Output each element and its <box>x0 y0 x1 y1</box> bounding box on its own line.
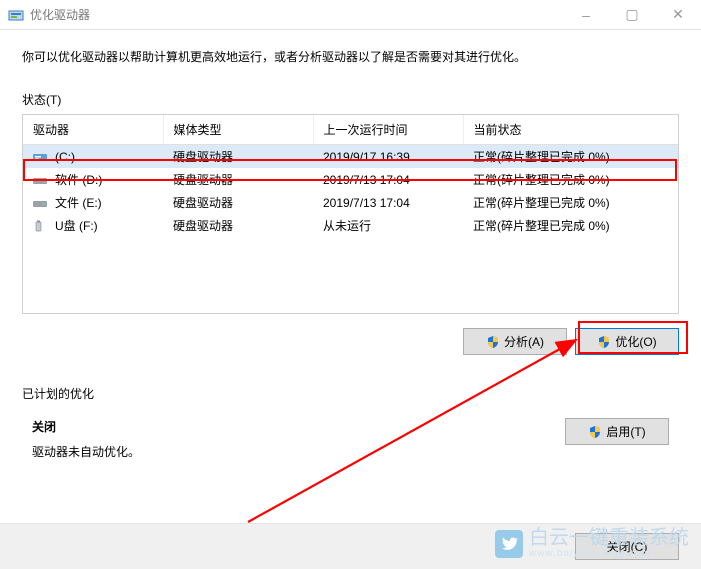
app-icon <box>8 7 24 23</box>
maximize-button[interactable]: ▢ <box>609 0 655 29</box>
drive-name: 文件 (E:) <box>55 194 102 211</box>
drive-status: 正常(碎片整理已完成 0%) <box>463 191 678 214</box>
enable-label: 启用(T) <box>606 423 645 440</box>
close-window-button[interactable]: ✕ <box>655 0 701 29</box>
enable-schedule-button[interactable]: 启用(T) <box>565 418 669 445</box>
bottom-bar: 关闭(C) <box>0 523 701 569</box>
table-row[interactable]: (C:) 硬盘驱动器 2019/9/17 16:39 正常(碎片整理已完成 0%… <box>23 145 678 169</box>
col-drive[interactable]: 驱动器 <box>23 115 163 145</box>
usb-icon <box>33 220 49 232</box>
analyze-label: 分析(A) <box>504 333 544 350</box>
shield-icon <box>486 335 500 349</box>
schedule-section: 已计划的优化 关闭 驱动器未自动优化。 启用(T) <box>22 385 679 460</box>
intro-text: 你可以优化驱动器以帮助计算机更高效地运行，或者分析驱动器以了解是否需要对其进行优… <box>22 48 679 65</box>
close-label: 关闭(C) <box>607 538 648 555</box>
col-media[interactable]: 媒体类型 <box>163 115 313 145</box>
schedule-desc: 驱动器未自动优化。 <box>32 445 140 459</box>
drive-lastrun: 从未运行 <box>313 214 463 237</box>
status-label: 状态(T) <box>22 91 679 108</box>
drive-name: (C:) <box>55 150 75 164</box>
optimize-button[interactable]: 优化(O) <box>575 328 679 355</box>
drive-media: 硬盘驱动器 <box>163 145 313 169</box>
drive-status: 正常(碎片整理已完成 0%) <box>463 214 678 237</box>
table-row[interactable]: U盘 (F:) 硬盘驱动器 从未运行 正常(碎片整理已完成 0%) <box>23 214 678 237</box>
schedule-label: 已计划的优化 <box>22 385 679 402</box>
window-controls: – ▢ ✕ <box>563 0 701 29</box>
drive-name: 软件 (D:) <box>55 171 102 188</box>
drive-media: 硬盘驱动器 <box>163 191 313 214</box>
drive-c-icon <box>33 151 49 163</box>
hdd-icon <box>33 174 49 186</box>
close-button[interactable]: 关闭(C) <box>575 533 679 560</box>
shield-icon <box>597 335 611 349</box>
shield-icon <box>588 425 602 439</box>
window-title: 优化驱动器 <box>30 6 563 23</box>
action-row: 分析(A) 优化(O) <box>22 328 679 355</box>
content-area: 你可以优化驱动器以帮助计算机更高效地运行，或者分析驱动器以了解是否需要对其进行优… <box>0 30 701 472</box>
analyze-button[interactable]: 分析(A) <box>463 328 567 355</box>
drive-lastrun: 2019/7/13 17:04 <box>313 168 463 191</box>
drive-media: 硬盘驱动器 <box>163 168 313 191</box>
table-header-row: 驱动器 媒体类型 上一次运行时间 当前状态 <box>23 115 678 145</box>
col-lastrun[interactable]: 上一次运行时间 <box>313 115 463 145</box>
schedule-text: 关闭 驱动器未自动优化。 <box>32 418 565 460</box>
schedule-state: 关闭 <box>32 418 565 435</box>
minimize-button[interactable]: – <box>563 0 609 29</box>
col-status[interactable]: 当前状态 <box>463 115 678 145</box>
drive-table: 驱动器 媒体类型 上一次运行时间 当前状态 (C:) 硬盘驱动器 2019/9/… <box>23 115 678 237</box>
drive-media: 硬盘驱动器 <box>163 214 313 237</box>
drive-lastrun: 2019/7/13 17:04 <box>313 191 463 214</box>
drive-lastrun: 2019/9/17 16:39 <box>313 145 463 169</box>
hdd-icon <box>33 197 49 209</box>
titlebar: 优化驱动器 – ▢ ✕ <box>0 0 701 30</box>
drive-status: 正常(碎片整理已完成 0%) <box>463 145 678 169</box>
drive-name: U盘 (F:) <box>55 217 98 234</box>
optimize-label: 优化(O) <box>615 333 656 350</box>
drive-panel: 驱动器 媒体类型 上一次运行时间 当前状态 (C:) 硬盘驱动器 2019/9/… <box>22 114 679 314</box>
table-row[interactable]: 软件 (D:) 硬盘驱动器 2019/7/13 17:04 正常(碎片整理已完成… <box>23 168 678 191</box>
drive-status: 正常(碎片整理已完成 0%) <box>463 168 678 191</box>
table-row[interactable]: 文件 (E:) 硬盘驱动器 2019/7/13 17:04 正常(碎片整理已完成… <box>23 191 678 214</box>
